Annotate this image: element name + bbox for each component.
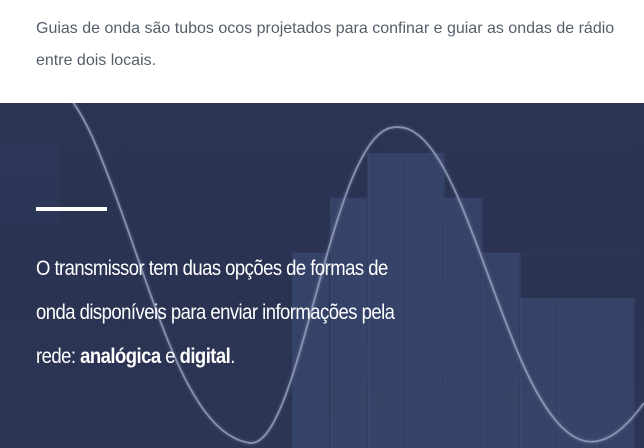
analog-label: analógica [80, 345, 161, 368]
waveform-banner: O transmissor tem duas opções de formas … [0, 103, 644, 448]
banner-line-1: O transmissor tem duas opções de formas … [36, 257, 388, 280]
banner-line-3-prefix: rede: [36, 345, 81, 368]
conjunction-text: e [160, 345, 180, 368]
period-text: . [230, 345, 235, 368]
banner-statement: O transmissor tem duas opções de formas … [36, 247, 406, 379]
banner-line-2: onda disponíveis para enviar informações… [36, 301, 395, 324]
accent-divider [36, 207, 107, 211]
digital-label: digital [179, 345, 231, 368]
intro-paragraph: Guias de onda são tubos ocos projetados … [36, 20, 615, 69]
intro-section: Guias de onda são tubos ocos projetados … [0, 0, 644, 103]
